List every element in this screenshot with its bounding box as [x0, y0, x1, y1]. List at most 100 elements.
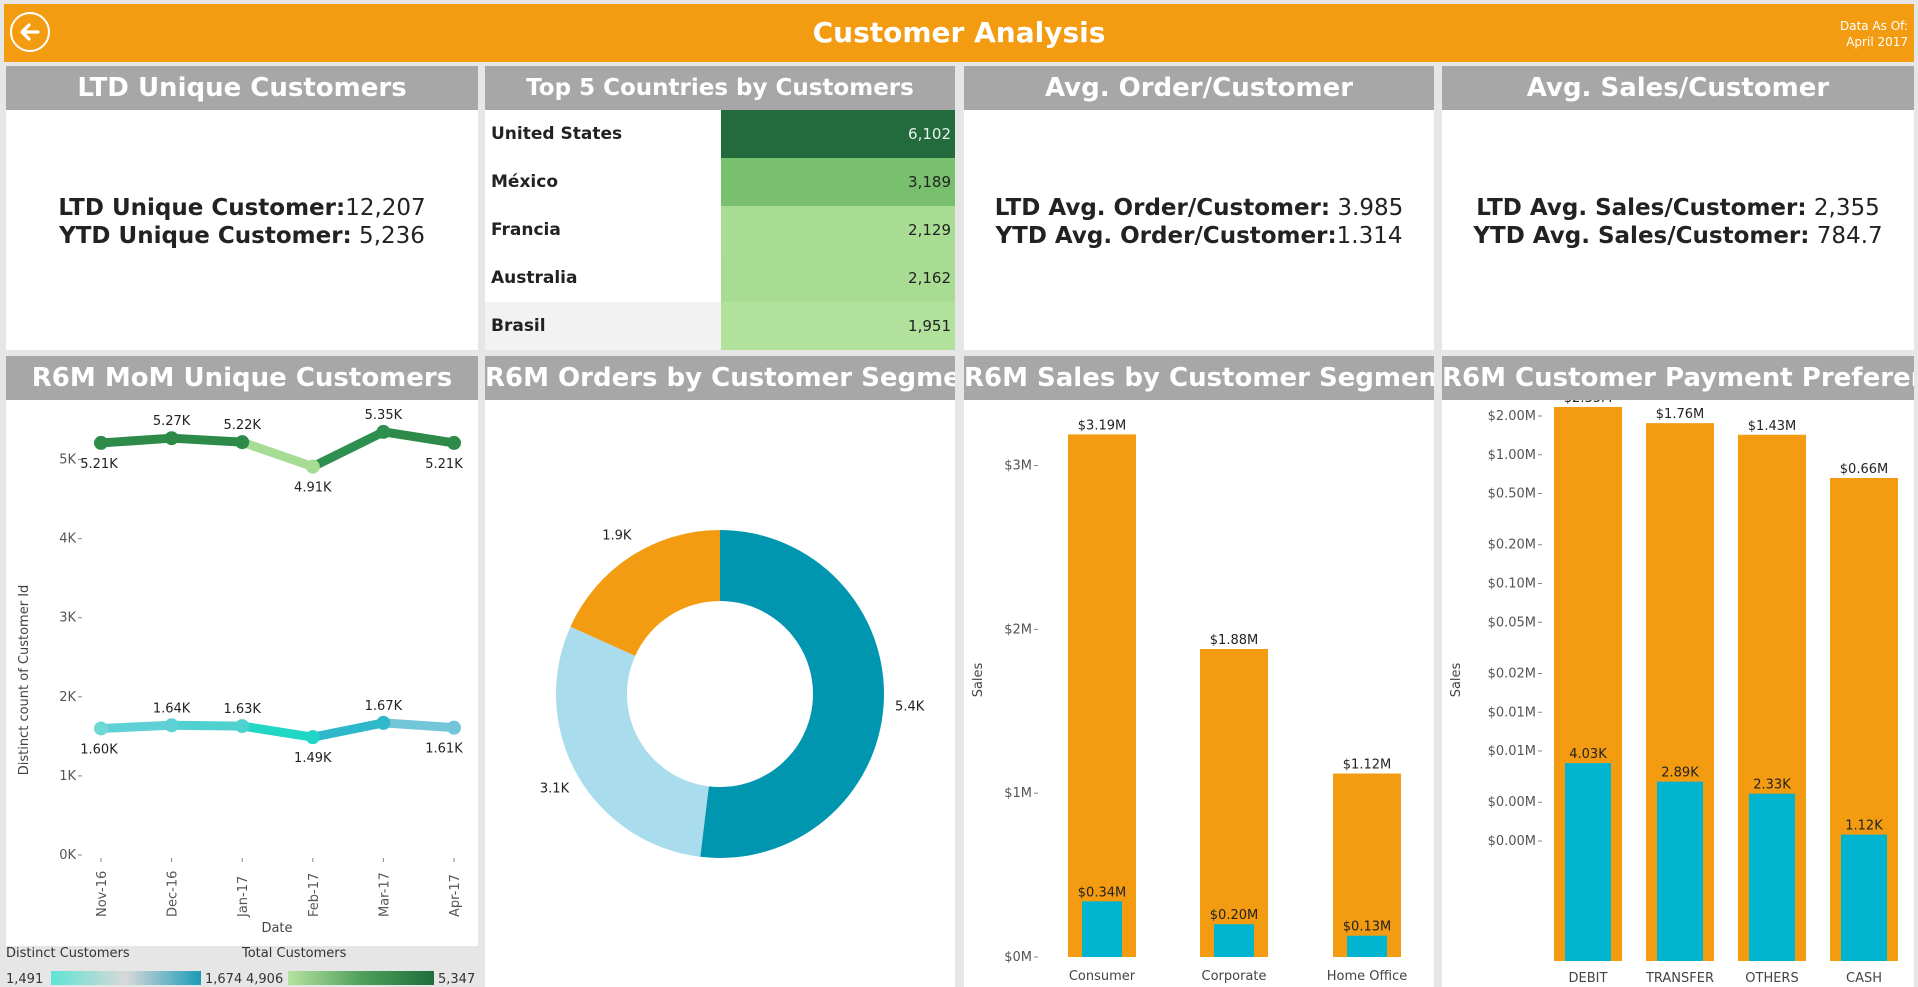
data-label: 1.67K: [365, 699, 403, 714]
table-row: México 3,189: [485, 158, 955, 206]
data-point[interactable]: [164, 718, 179, 733]
country-value: 6,102: [908, 125, 951, 143]
y-tick-label: $1.00M: [1488, 448, 1536, 463]
bar-inner[interactable]: [1214, 924, 1254, 957]
slice-label: 1.9K: [602, 528, 632, 543]
y-tick-label: $0.00M: [1488, 795, 1536, 810]
data-as-of: Data As Of: April 2017: [1839, 19, 1908, 49]
data-point[interactable]: [376, 424, 391, 439]
y-tick-label: $0.01M: [1488, 744, 1536, 759]
data-point[interactable]: [235, 435, 250, 450]
bar-inner[interactable]: [1565, 763, 1611, 961]
data-point[interactable]: [376, 715, 391, 730]
x-tick-label: Feb-17: [307, 873, 322, 917]
y-tick-label: $0.10M: [1488, 577, 1536, 592]
data-label: 1.64K: [153, 701, 191, 716]
series-line-segment: [167, 720, 247, 731]
header-bar: Customer Analysis Data As Of: April 2017: [4, 4, 1914, 62]
segment-bar-chart: $0M $1M $2M $3M Sales $3.19M $0.34M Consumer $1.…: [971, 418, 1407, 984]
donut-slice[interactable]: [556, 626, 709, 857]
avg-order-panel: Avg. Order/Customer LTD Avg. Order/Custo…: [964, 66, 1434, 350]
panel-title: LTD Unique Customers: [6, 66, 478, 110]
country-value-cell: 3,189: [721, 158, 955, 206]
x-tick-label: CASH: [1846, 971, 1882, 986]
bar-label: 2.33K: [1753, 778, 1791, 793]
y-axis-label: Distinct count of Customer Id: [17, 585, 32, 776]
data-point[interactable]: [447, 720, 461, 735]
bar-label: $2.35M: [1564, 400, 1612, 406]
y-tick-label: $0.00M: [1488, 834, 1536, 849]
avg-sales-panel: Avg. Sales/Customer LTD Avg. Sales/Custo…: [1442, 66, 1914, 350]
table-row: Brasil 1,951: [485, 302, 955, 350]
series-line-segment: [378, 718, 459, 733]
mom-unique-customers-panel: R6M MoM Unique Customers 0K 1K 2K 3K 4K 5K Dis…: [6, 356, 478, 946]
data-label: 4.91K: [294, 481, 332, 496]
series-line-segment: [378, 427, 459, 448]
data-point[interactable]: [235, 719, 250, 734]
donut-slice[interactable]: [700, 530, 884, 858]
data-label: 5.27K: [153, 414, 191, 429]
series-line-segment: [96, 433, 177, 448]
legend-title: Total Customers: [242, 946, 347, 961]
y-tick-label: 3K: [59, 611, 76, 626]
y-tick-label: $3M: [1004, 459, 1032, 474]
bar-total[interactable]: [1068, 434, 1136, 957]
bar-inner[interactable]: [1347, 935, 1387, 957]
orders-segment-panel: R6M Orders by Customer Segment 5.4K 3.1K 1…: [485, 356, 955, 987]
line-chart: 0K 1K 2K 3K 4K 5K Distinct count of Customer I…: [17, 408, 463, 936]
y-tick-label: $0.50M: [1488, 487, 1536, 502]
country-value-cell: 6,102: [721, 110, 955, 158]
x-tick-label: Dec-16: [166, 871, 181, 917]
data-point[interactable]: [164, 431, 179, 446]
sales-segment-panel: R6M Sales by Customer Segment $0M $1M $2M $…: [964, 356, 1434, 987]
payment-preference-panel: R6M Customer Payment Preference $2.00M $1…: [1442, 356, 1914, 987]
x-tick-label: Nov-16: [95, 871, 110, 917]
y-tick-label: $2.00M: [1488, 409, 1536, 424]
y-tick-label: $1M: [1004, 786, 1032, 801]
table-row: Francia 2,129: [485, 206, 955, 254]
legend-min: 1,491: [6, 972, 44, 987]
country-name: Australia: [491, 268, 578, 288]
bar-inner[interactable]: [1657, 781, 1703, 961]
bar-inner[interactable]: [1841, 834, 1887, 961]
data-point[interactable]: [94, 721, 108, 736]
data-point[interactable]: [94, 435, 108, 450]
panel-title: R6M MoM Unique Customers: [6, 356, 478, 400]
data-label: 1.63K: [223, 702, 261, 717]
page-title: Customer Analysis: [812, 16, 1106, 49]
legend-gradient: [288, 971, 434, 985]
y-tick-label: 4K: [59, 532, 76, 547]
y-tick-label: $0M: [1004, 950, 1032, 965]
x-tick-label: TRANSFER: [1645, 971, 1714, 986]
y-tick-label: 0K: [59, 848, 76, 863]
data-label: 5.22K: [223, 418, 261, 433]
x-tick-label: OTHERS: [1745, 971, 1798, 986]
data-point[interactable]: [447, 435, 461, 450]
data-label: 5.35K: [365, 408, 403, 423]
panel-title: R6M Sales by Customer Segment: [964, 356, 1434, 400]
bar-label: $0.20M: [1210, 908, 1258, 923]
country-value-cell: 1,951: [721, 302, 955, 350]
legend-gradient: [51, 971, 201, 985]
series-line-segment: [167, 433, 247, 447]
data-label: 1.61K: [425, 742, 463, 757]
data-label: 1.60K: [80, 742, 118, 757]
bar-inner[interactable]: [1749, 793, 1795, 961]
slice-label: 5.4K: [895, 699, 925, 714]
x-tick-label: Jan-17: [236, 876, 251, 918]
data-point[interactable]: [305, 730, 320, 745]
kpi-text: LTD Avg. Sales/Customer: 2,355 YTD Avg. …: [1473, 195, 1883, 249]
country-name: Francia: [491, 220, 561, 240]
bar-label: $1.88M: [1210, 633, 1258, 648]
y-tick-label: $0.05M: [1488, 615, 1536, 630]
data-point[interactable]: [305, 459, 320, 474]
bar-inner[interactable]: [1082, 901, 1122, 957]
country-value: 2,162: [908, 269, 951, 287]
country-value: 3,189: [908, 173, 951, 191]
country-name: United States: [491, 124, 623, 144]
y-tick-label: 1K: [59, 769, 76, 784]
panel-title: Top 5 Countries by Customers: [485, 66, 955, 110]
country-name: Brasil: [491, 316, 546, 336]
y-tick-label: 2K: [59, 690, 76, 705]
x-axis-label: Date: [261, 921, 292, 936]
